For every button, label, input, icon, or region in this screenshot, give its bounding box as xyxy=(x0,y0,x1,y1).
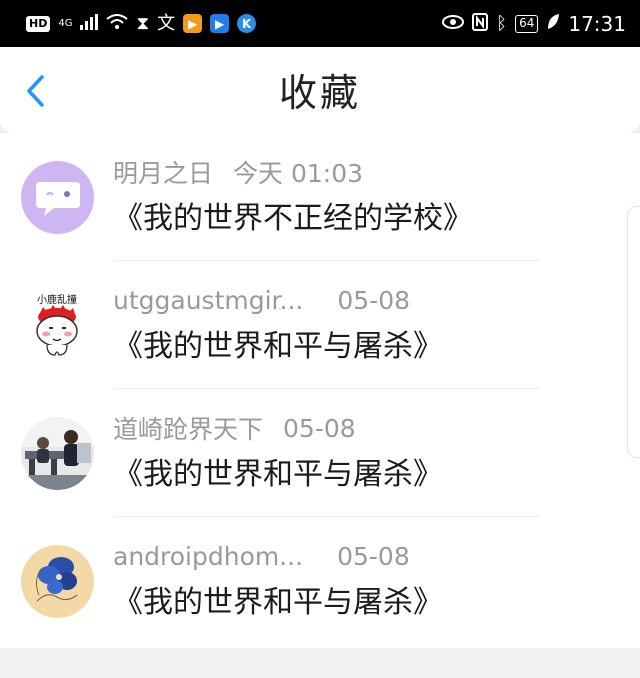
hourglass-icon: ⧗ xyxy=(136,12,150,34)
bottom-area xyxy=(0,648,640,678)
photo-avatar[interactable] xyxy=(21,417,94,490)
arrow-app-icon: ▶ xyxy=(210,14,230,33)
username[interactable]: utggaustmgir... xyxy=(113,286,303,315)
item-title[interactable]: 《我的世界不正经的学校》 xyxy=(113,199,473,239)
eye-icon xyxy=(442,14,465,33)
item-meta: 道崎跄界天下 05-08 xyxy=(113,411,356,445)
status-left: HD 4G ⧗ 文 ▶ ▶ K xyxy=(26,12,257,34)
username[interactable]: 明月之日 xyxy=(113,154,213,190)
hd-icon: HD xyxy=(26,15,51,32)
wifi-icon xyxy=(106,13,129,34)
timestamp: 05-08 xyxy=(337,285,411,315)
list-item[interactable]: androipdhom... 05-08 《我的世界和平与屠杀》 xyxy=(0,517,640,645)
status-right: ᛒ 64 17:31 xyxy=(442,12,626,36)
username[interactable]: androipdhom... xyxy=(113,542,303,571)
list-item[interactable]: 小鹿乱撞 utggaustmgir... 05-08 《我的世界和平与屠杀》 xyxy=(0,261,640,389)
side-drawer-handle[interactable] xyxy=(627,206,640,458)
network-type: 4G xyxy=(58,17,73,29)
chat-bubble-avatar[interactable] xyxy=(21,161,94,234)
battery-icon: 64 xyxy=(515,14,539,33)
username[interactable]: 道崎跄界天下 xyxy=(113,410,263,446)
status-bar: HD 4G ⧗ 文 ▶ ▶ K ᛒ 64 17:31 xyxy=(0,0,640,47)
clock: 17:31 xyxy=(568,11,626,36)
nfc-icon xyxy=(472,12,489,35)
item-meta: androipdhom... 05-08 xyxy=(113,539,410,573)
timestamp: 今天 01:03 xyxy=(233,159,364,188)
leaf-icon xyxy=(546,13,560,35)
flower-avatar[interactable] xyxy=(21,545,94,618)
signal-icon xyxy=(80,13,99,34)
page-title: 收藏 xyxy=(278,71,361,115)
timestamp: 05-08 xyxy=(337,541,410,571)
item-title[interactable]: 《我的世界和平与屠杀》 xyxy=(113,583,443,623)
sogou-icon: ▶ xyxy=(183,14,203,33)
timestamp: 05-08 xyxy=(283,413,356,443)
item-title[interactable]: 《我的世界和平与屠杀》 xyxy=(113,455,443,495)
cartoon-avatar[interactable]: 小鹿乱撞 xyxy=(21,289,94,362)
item-title[interactable]: 《我的世界和平与屠杀》 xyxy=(113,327,443,367)
list-item[interactable]: 明月之日 今天 01:03 《我的世界不正经的学校》 xyxy=(0,133,640,261)
avatar-caption: 小鹿乱撞 xyxy=(37,293,77,306)
list-item[interactable]: 道崎跄界天下 05-08 《我的世界和平与屠杀》 xyxy=(0,389,640,517)
bluetooth-icon: ᛒ xyxy=(496,12,508,34)
header-bar: 收藏 xyxy=(0,47,640,133)
item-meta: utggaustmgir... 05-08 xyxy=(113,283,410,317)
item-meta: 明月之日 今天 01:03 xyxy=(113,155,363,189)
text-icon: 文 xyxy=(157,12,176,34)
k-app-icon: K xyxy=(237,14,257,33)
favorites-list: 明月之日 今天 01:03 《我的世界不正经的学校》 小鹿乱撞 utggaust… xyxy=(0,133,640,648)
